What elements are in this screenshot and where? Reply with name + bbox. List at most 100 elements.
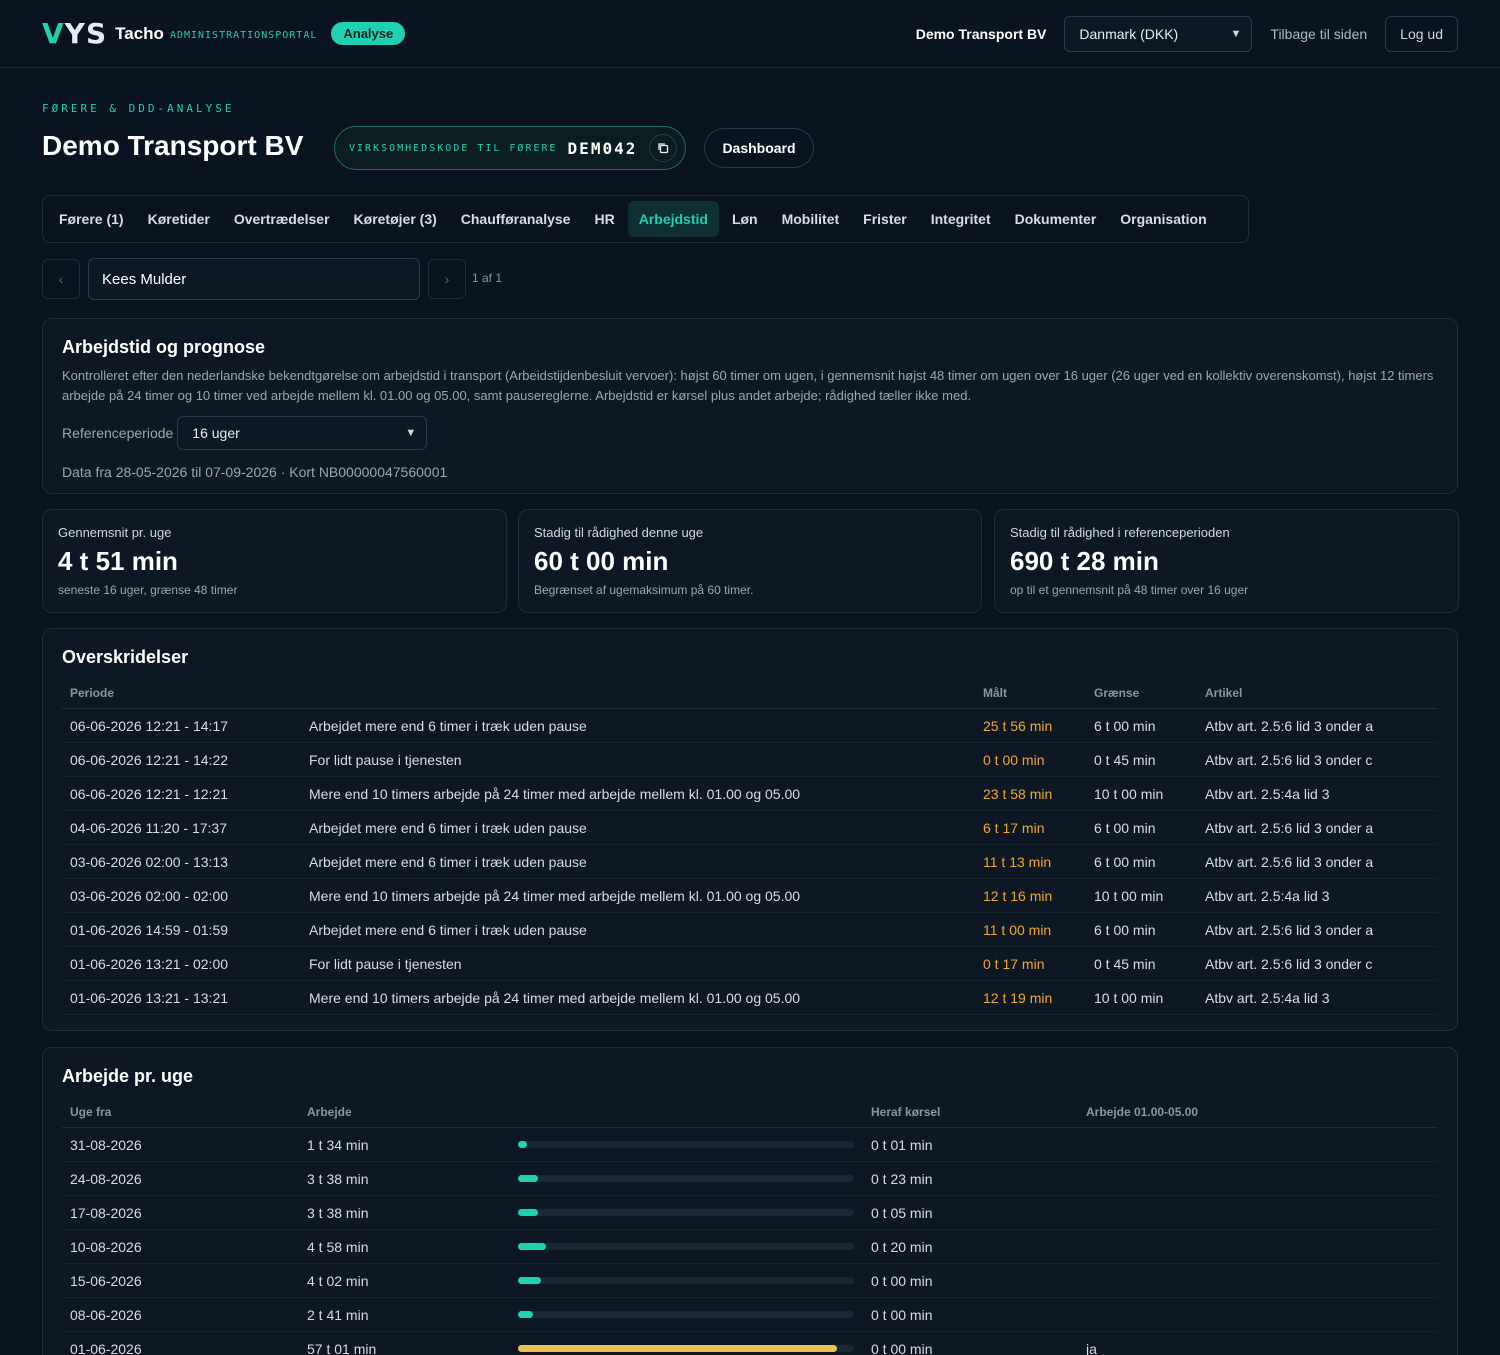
week-driving: 0 t 20 min [863, 1229, 1078, 1264]
work-bar-fill [518, 1277, 541, 1284]
tab-løn[interactable]: Løn [721, 201, 769, 237]
back-link[interactable]: Tilbage til siden [1270, 26, 1367, 42]
stat-label: Gennemsnit pr. uge [58, 525, 172, 540]
app-logo[interactable]: VYS Tacho ADMINISTRATIONSPORTAL Analyse [42, 17, 406, 50]
stat-subtitle: seneste 16 uger, grænse 48 timer [58, 583, 238, 597]
week-night-work [1078, 1297, 1438, 1332]
violation-article: Atbv art. 2.5:4a lid 3 [1197, 980, 1438, 1015]
driver-search-input[interactable]: Kees Mulder [88, 258, 420, 300]
stat-card: Stadig til rådighed i referenceperioden 6… [994, 509, 1459, 613]
column-limit: Grænse [1086, 686, 1197, 709]
week-driving: 0 t 23 min [863, 1161, 1078, 1196]
violation-measured: 6 t 17 min [975, 810, 1086, 845]
violation-period: 01-06-2026 13:21 - 02:00 [62, 946, 301, 981]
violation-period: 06-06-2026 12:21 - 12:21 [62, 776, 301, 811]
table-row: 01-06-2026 57 t 01 min 0 t 00 min ja [62, 1331, 1438, 1355]
table-row: 10-08-2026 4 t 58 min 0 t 20 min [62, 1229, 1438, 1264]
work-bar-fill [518, 1141, 527, 1148]
violation-description: Mere end 10 timers arbejde på 24 timer m… [301, 878, 975, 913]
week-bar-cell [510, 1297, 863, 1332]
data-range-meta: Data fra 28-05-2026 til 07-09-2026 · Kor… [62, 464, 448, 480]
copy-code-button[interactable] [649, 134, 677, 162]
week-driving: 0 t 00 min [863, 1263, 1078, 1298]
week-start: 01-06-2026 [62, 1331, 299, 1355]
week-night-work [1078, 1161, 1438, 1196]
violation-description: Arbejdet mere end 6 timer i træk uden pa… [301, 844, 975, 879]
tab-overtrædelser[interactable]: Overtrædelser [223, 201, 341, 237]
week-bar-cell [510, 1263, 863, 1298]
week-driving: 0 t 05 min [863, 1195, 1078, 1230]
pager-text: 1 af 1 [472, 271, 503, 285]
week-work: 3 t 38 min [299, 1195, 510, 1230]
table-row: 06-06-2026 12:21 - 14:17 Arbejdet mere en… [62, 708, 1438, 743]
work-bar-track [518, 1311, 854, 1318]
tab-hr[interactable]: HR [583, 201, 625, 237]
violation-limit: 10 t 00 min [1086, 878, 1197, 913]
violation-article: Atbv art. 2.5:6 lid 3 onder c [1197, 742, 1438, 777]
tab-chaufføranalyse[interactable]: Chaufføranalyse [450, 201, 582, 237]
week-night-work: ja [1078, 1331, 1438, 1355]
tab-køretøjer-3[interactable]: Køretøjer (3) [343, 201, 448, 237]
week-work: 4 t 02 min [299, 1263, 510, 1298]
work-bar-track [518, 1277, 854, 1284]
stat-card: Stadig til rådighed denne uge 60 t 00 min… [518, 509, 982, 613]
company-code-label: VIRKSOMHEDSKODE TIL FØRERE [349, 142, 558, 154]
stat-value: 4 t 51 min [58, 546, 178, 576]
week-start: 15-06-2026 [62, 1263, 299, 1298]
violation-article: Atbv art. 2.5:6 lid 3 onder c [1197, 946, 1438, 981]
dashboard-button[interactable]: Dashboard [704, 128, 814, 168]
violation-article: Atbv art. 2.5:4a lid 3 [1197, 878, 1438, 913]
tab-førere-1[interactable]: Førere (1) [48, 201, 135, 237]
table-row: 03-06-2026 02:00 - 13:13 Arbejdet mere en… [62, 844, 1438, 879]
tab-dokumenter[interactable]: Dokumenter [1004, 201, 1108, 237]
next-driver-button[interactable]: › [428, 259, 466, 299]
table-row: 15-06-2026 4 t 02 min 0 t 00 min [62, 1263, 1438, 1298]
week-driving: 0 t 00 min [863, 1331, 1078, 1355]
weeks-header-row: Uge fra Arbejde Heraf kørsel Arbejde 01.… [62, 1105, 1438, 1128]
violation-measured: 12 t 19 min [975, 980, 1086, 1015]
work-bar-fill [518, 1311, 534, 1318]
stat-value: 60 t 00 min [534, 546, 669, 576]
week-bar-cell [510, 1161, 863, 1196]
violation-limit: 6 t 00 min [1086, 708, 1197, 743]
logout-button[interactable]: Log ud [1385, 15, 1458, 52]
work-bar-fill [518, 1345, 838, 1352]
violation-article: Atbv art. 2.5:4a lid 3 [1197, 776, 1438, 811]
reference-period-value: 16 uger [192, 425, 240, 441]
column-work: Arbejde [299, 1105, 510, 1128]
app-subtitle: ADMINISTRATIONSPORTAL [169, 30, 318, 41]
week-start: 17-08-2026 [62, 1195, 299, 1230]
reference-period-select[interactable]: 16 uger ▼ [177, 416, 428, 450]
violations-table: Periode Målt Grænse Artikel 06-06-2026 1… [62, 686, 1438, 1015]
tab-organisation[interactable]: Organisation [1109, 201, 1217, 237]
page-title: Demo Transport BV [42, 130, 304, 161]
country-select[interactable]: Danmark (DKK) ▼ [1064, 15, 1253, 52]
column-night-work: Arbejde 01.00-05.00 [1078, 1105, 1438, 1128]
tab-arbejdstid[interactable]: Arbejdstid [627, 201, 719, 237]
violation-period: 04-06-2026 11:20 - 17:37 [62, 810, 301, 845]
week-start: 08-06-2026 [62, 1297, 299, 1332]
violation-article: Atbv art. 2.5:6 lid 3 onder a [1197, 708, 1438, 743]
stat-value: 690 t 28 min [1010, 546, 1159, 576]
week-work: 1 t 34 min [299, 1127, 510, 1162]
tab-køretider[interactable]: Køretider [137, 201, 221, 237]
tab-integritet[interactable]: Integritet [920, 201, 1002, 237]
worktime-title: Arbejdstid og prognose [62, 337, 266, 357]
tab-frister[interactable]: Frister [852, 201, 918, 237]
worktime-description: Kontrolleret efter den nederlandske beke… [62, 368, 1434, 403]
column-driving: Heraf kørsel [863, 1105, 1078, 1128]
violation-limit: 6 t 00 min [1086, 912, 1197, 947]
week-night-work [1078, 1263, 1438, 1298]
column-measured: Målt [975, 686, 1086, 709]
prev-driver-button[interactable]: ‹ [42, 259, 80, 299]
violation-period: 01-06-2026 14:59 - 01:59 [62, 912, 301, 947]
week-night-work [1078, 1229, 1438, 1264]
week-start: 24-08-2026 [62, 1161, 299, 1196]
table-row: 17-08-2026 3 t 38 min 0 t 05 min [62, 1195, 1438, 1230]
weeks-table: Uge fra Arbejde Heraf kørsel Arbejde 01.… [62, 1105, 1438, 1355]
company-code-value: DEM042 [567, 138, 638, 158]
tab-mobilitet[interactable]: Mobilitet [771, 201, 851, 237]
app-name: Tacho [115, 23, 164, 43]
chevron-down-icon: ▼ [405, 427, 417, 439]
violation-measured: 23 t 58 min [975, 776, 1086, 811]
